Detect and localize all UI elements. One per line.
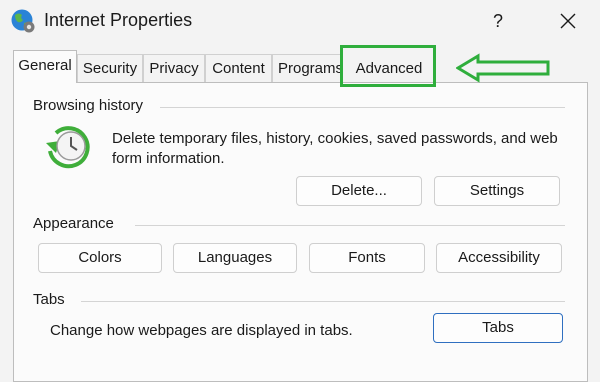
tab-security[interactable]: Security [77, 54, 143, 82]
divider [135, 225, 565, 226]
tab-programs[interactable]: Programs [272, 54, 343, 82]
clock-refresh-icon [44, 123, 94, 169]
browsing-history-description: Delete temporary files, history, cookies… [112, 130, 558, 167]
browsing-history-heading: Browsing history [33, 97, 144, 114]
appearance-heading: Appearance [33, 215, 114, 232]
accessibility-button[interactable]: Accessibility [436, 243, 562, 273]
settings-button[interactable]: Settings [434, 176, 560, 206]
delete-button[interactable]: Delete... [296, 176, 422, 206]
divider [81, 301, 565, 302]
tabs-button[interactable]: Tabs [433, 313, 563, 343]
tabs-heading: Tabs [33, 291, 65, 308]
fonts-button[interactable]: Fonts [309, 243, 425, 273]
colors-button[interactable]: Colors [38, 243, 162, 273]
tab-privacy[interactable]: Privacy [143, 54, 205, 82]
tabs-description: Change how webpages are displayed in tab… [50, 322, 353, 339]
languages-button[interactable]: Languages [173, 243, 297, 273]
divider [160, 107, 565, 108]
tab-advanced[interactable]: Advanced [343, 54, 435, 82]
tab-general[interactable]: General [13, 50, 77, 83]
general-tab-panel: Browsing history Delete temporary files,… [13, 82, 588, 382]
annotation-arrow-icon [456, 53, 550, 83]
tab-content[interactable]: Content [205, 54, 272, 82]
